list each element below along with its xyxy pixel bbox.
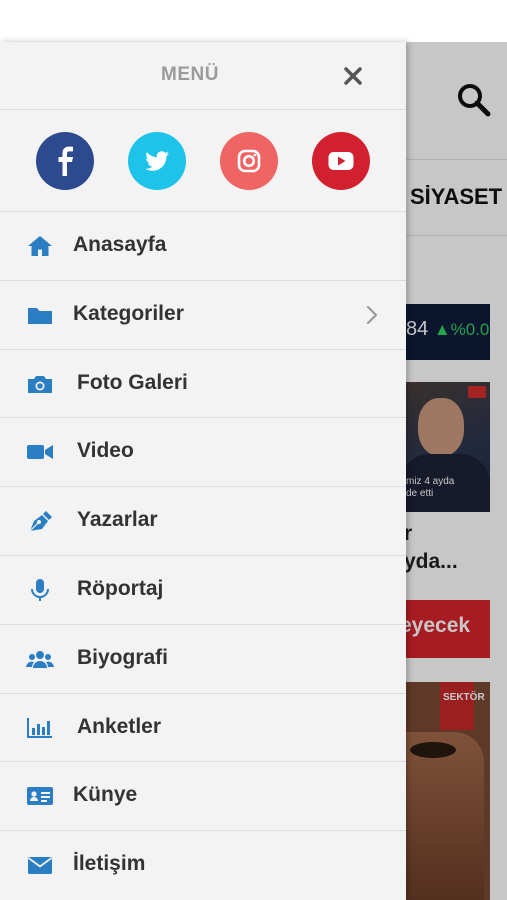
youtube-button[interactable] bbox=[312, 132, 370, 190]
menu-item-label: İletişim bbox=[73, 852, 146, 876]
instagram-icon bbox=[237, 149, 261, 173]
menu-item-label: Künye bbox=[73, 783, 138, 807]
menu-item-kunye[interactable]: Künye bbox=[0, 762, 406, 832]
menu-item-yazarlar[interactable]: Yazarlar bbox=[0, 487, 406, 556]
twitter-button[interactable] bbox=[128, 132, 186, 190]
menu-item-anasayfa[interactable]: Anasayfa bbox=[0, 212, 406, 281]
menu-list: Anasayfa Kategoriler Foto Galeri Video Y… bbox=[0, 212, 406, 900]
menu-item-foto-galeri[interactable]: Foto Galeri bbox=[0, 350, 406, 419]
folder-icon bbox=[28, 307, 52, 324]
microphone-icon bbox=[31, 578, 49, 601]
users-icon bbox=[26, 650, 54, 668]
menu-item-label: Yazarlar bbox=[77, 508, 158, 532]
social-links bbox=[0, 110, 406, 212]
facebook-icon bbox=[58, 146, 73, 176]
home-icon bbox=[28, 236, 52, 256]
status-bar bbox=[0, 0, 507, 42]
camera-icon bbox=[28, 375, 52, 393]
drawer-header: MENÜ bbox=[0, 42, 406, 110]
poll-chart-icon bbox=[27, 717, 52, 738]
menu-item-iletisim[interactable]: İletişim bbox=[0, 831, 406, 900]
video-icon bbox=[27, 445, 53, 460]
twitter-icon bbox=[145, 151, 169, 171]
menu-item-label: Anasayfa bbox=[73, 233, 167, 256]
side-menu-drawer: MENÜ Anasayfa Kategoriler Foto Galeri Vi… bbox=[0, 42, 406, 900]
menu-item-anketler[interactable]: Anketler bbox=[0, 694, 406, 763]
menu-item-label: Anketler bbox=[77, 714, 162, 738]
id-card-icon bbox=[27, 787, 53, 806]
menu-item-video[interactable]: Video bbox=[0, 418, 406, 488]
menu-title: MENÜ bbox=[161, 64, 219, 85]
menu-item-label: Foto Galeri bbox=[77, 370, 188, 394]
close-button[interactable] bbox=[338, 61, 368, 91]
menu-item-kategoriler[interactable]: Kategoriler bbox=[0, 281, 406, 350]
envelope-icon bbox=[27, 857, 53, 875]
menu-item-label: Biyografi bbox=[77, 645, 169, 669]
pen-icon bbox=[29, 511, 52, 532]
menu-item-roportaj[interactable]: Röportaj bbox=[0, 556, 406, 625]
youtube-icon bbox=[328, 152, 354, 170]
chevron-right-icon bbox=[366, 305, 378, 324]
instagram-button[interactable] bbox=[220, 132, 278, 190]
menu-item-label: Video bbox=[77, 439, 134, 463]
facebook-button[interactable] bbox=[36, 132, 94, 190]
close-icon bbox=[344, 67, 362, 85]
menu-item-label: Kategoriler bbox=[73, 301, 184, 325]
menu-item-biyografi[interactable]: Biyografi bbox=[0, 625, 406, 694]
menu-item-label: Röportaj bbox=[77, 576, 164, 600]
